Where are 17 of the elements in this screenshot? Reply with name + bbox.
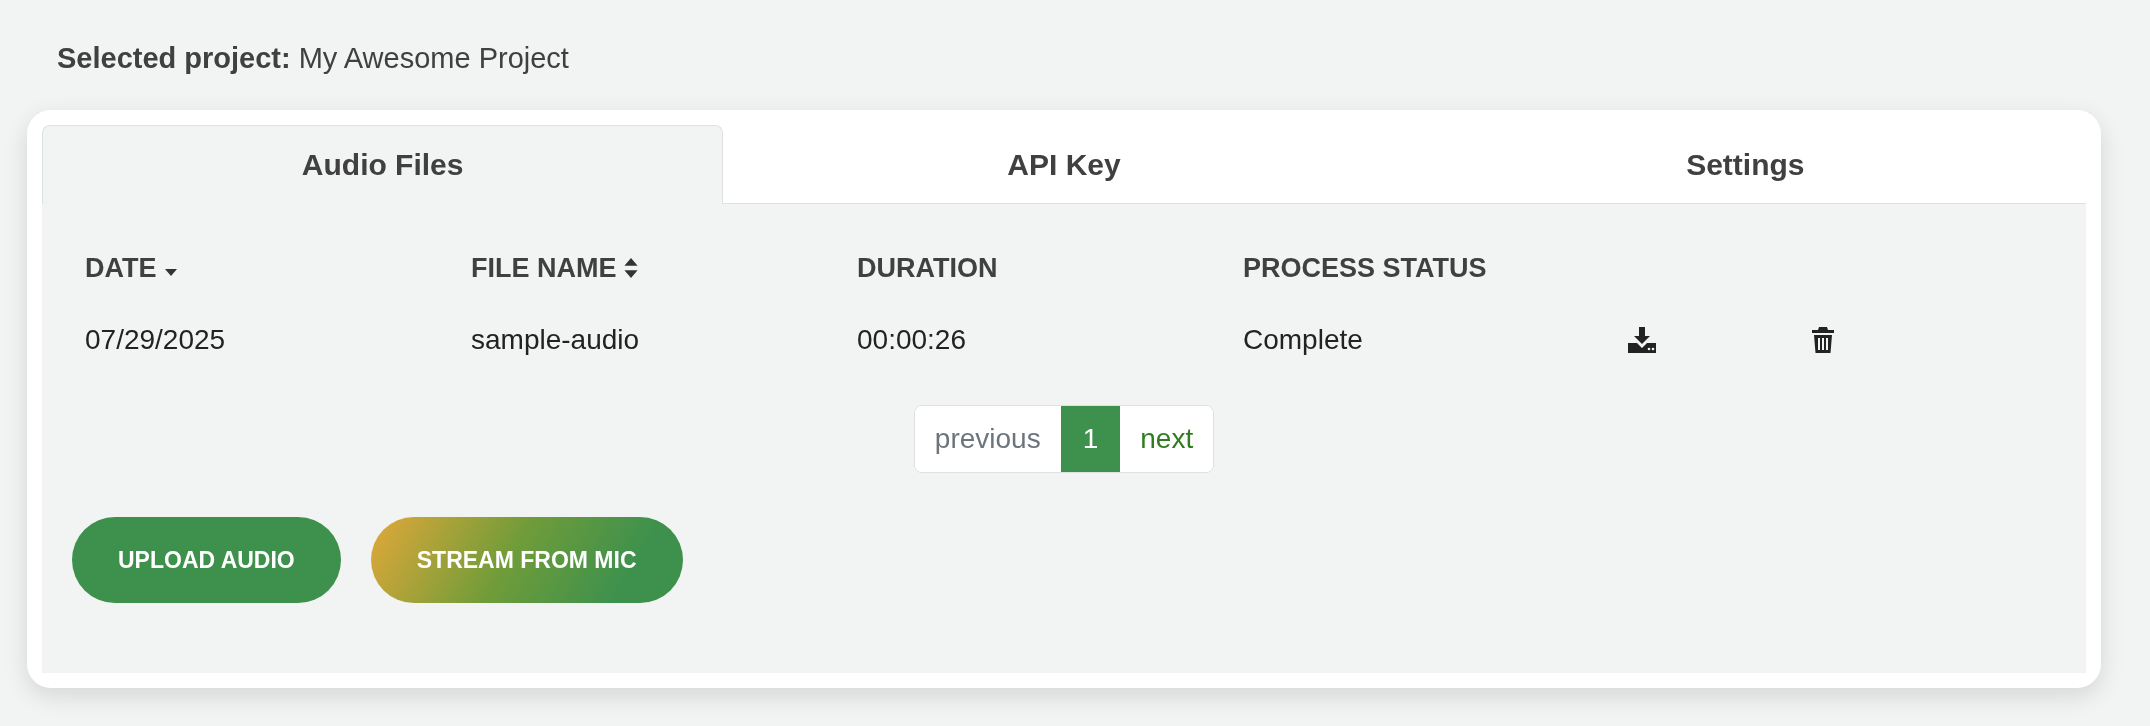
project-label: Selected project: (57, 42, 291, 74)
column-header[interactable]: FILE NAME (471, 252, 617, 284)
download-icon[interactable] (1628, 327, 1656, 353)
sort-icon[interactable] (622, 257, 639, 279)
table-cell: 00:00:26 (857, 324, 966, 356)
column-header[interactable]: DURATION (857, 252, 998, 284)
table-cell: 07/29/2025 (85, 324, 226, 356)
trash-icon[interactable] (1812, 327, 1834, 353)
tab[interactable]: Audio Files (42, 125, 724, 204)
column-header[interactable]: PROCESS STATUS (1243, 252, 1487, 284)
project-name: My Awesome Project (298, 42, 569, 74)
page-button[interactable]: 1 (1060, 406, 1121, 472)
sort-down-icon[interactable] (162, 267, 179, 277)
upload-button[interactable]: UPLOAD AUDIO (72, 517, 341, 603)
column-header[interactable]: DATE (85, 252, 157, 284)
table-cell: sample-audio (471, 324, 640, 356)
table-cell: Complete (1243, 324, 1363, 356)
